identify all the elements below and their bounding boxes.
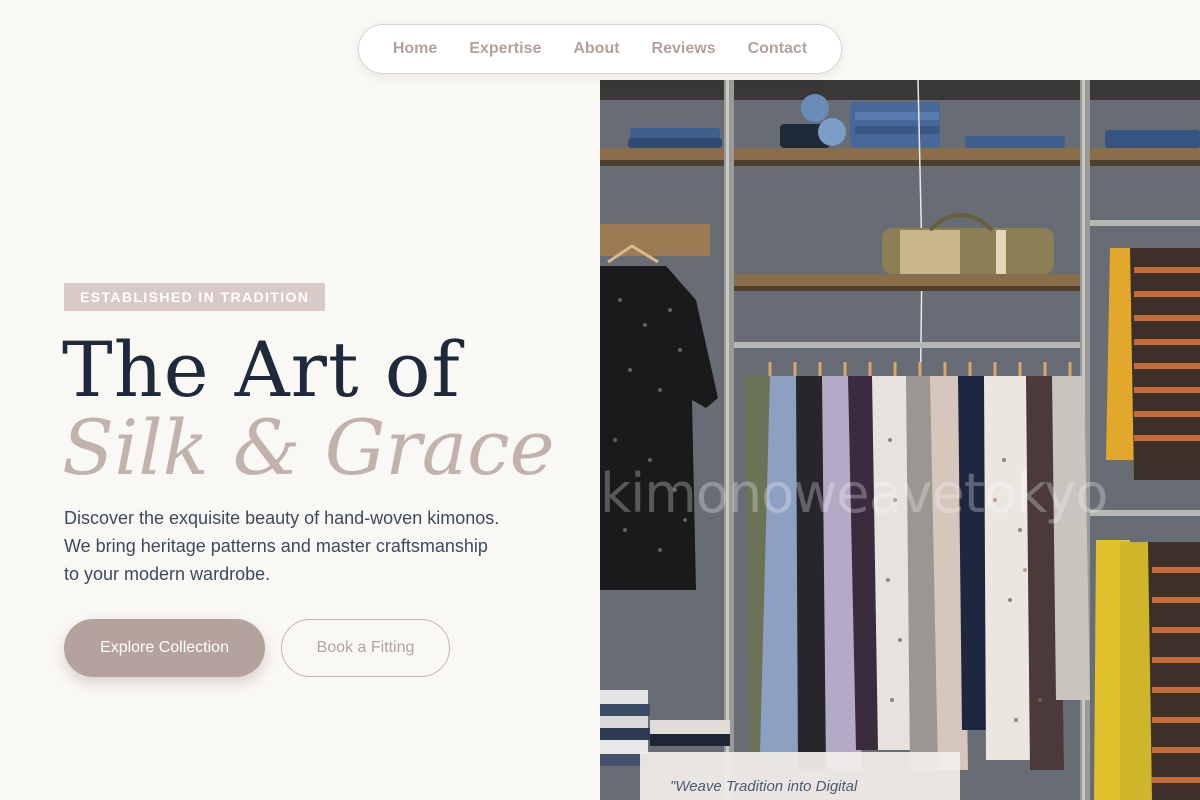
- hero-title: The Art of Silk & Grace: [62, 332, 582, 486]
- nav-contact[interactable]: Contact: [732, 40, 824, 58]
- hero-description: Discover the exquisite beauty of hand-wo…: [64, 508, 500, 584]
- nav-expertise[interactable]: Expertise: [453, 40, 557, 58]
- book-fitting-button[interactable]: Book a Fitting: [281, 619, 450, 677]
- nav-home[interactable]: Home: [377, 40, 453, 58]
- hero-title-line1: The Art of: [62, 325, 461, 414]
- quote-text: "Weave Tradition into Digital: [670, 778, 858, 795]
- tradition-badge: ESTABLISHED IN TRADITION: [64, 283, 326, 311]
- quote-card: "Weave Tradition into Digital: [640, 752, 960, 800]
- hero-title-line2: Silk & Grace: [62, 403, 555, 492]
- top-nav: Home Expertise About Reviews Contact: [358, 24, 842, 74]
- nav-about[interactable]: About: [557, 40, 635, 58]
- explore-collection-button[interactable]: Explore Collection: [64, 619, 265, 677]
- nav-reviews[interactable]: Reviews: [636, 40, 732, 58]
- hero-clothing-rack-image: [600, 80, 1200, 800]
